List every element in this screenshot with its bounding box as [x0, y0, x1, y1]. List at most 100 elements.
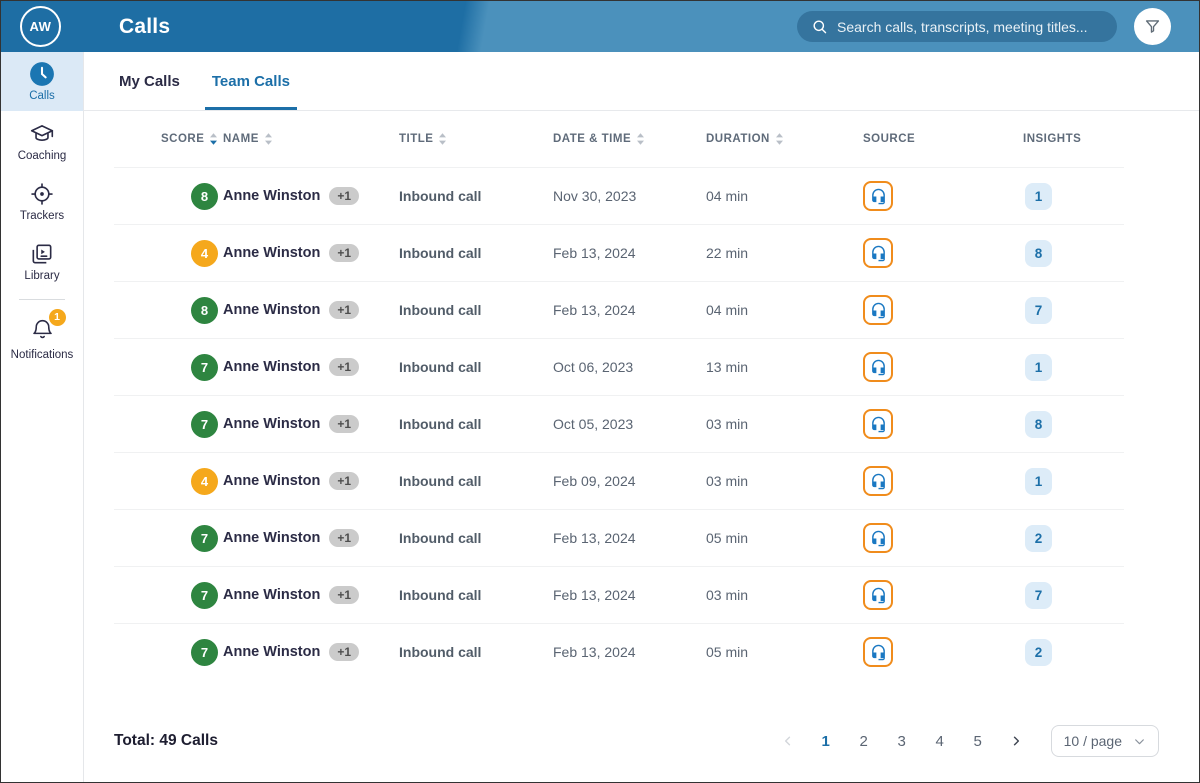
headset-icon — [870, 644, 887, 661]
table-footer: Total: 49 Calls 1234510 / page — [84, 706, 1199, 776]
score-badge: 7 — [191, 525, 218, 552]
call-date: Feb 13, 2024 — [553, 302, 636, 318]
call-duration: 03 min — [706, 587, 748, 603]
page-button-1[interactable]: 1 — [811, 726, 841, 756]
funnel-icon — [1143, 17, 1162, 36]
chevron-right-icon — [1009, 734, 1023, 748]
sidebar-item-label: Notifications — [11, 349, 74, 361]
column-header-insights: INSIGHTS — [1023, 133, 1124, 145]
score-badge: 4 — [191, 240, 218, 267]
call-title: Inbound call — [399, 245, 481, 261]
table-header-row: SCORENAMETITLEDATE & TIMEDURATIONSOURCEI… — [114, 111, 1124, 167]
table-row[interactable]: 8 Anne Winston +1 Inbound call Feb 13, 2… — [114, 281, 1124, 338]
score-badge: 7 — [191, 354, 218, 381]
column-header-duration[interactable]: DURATION — [706, 132, 863, 146]
column-label: DATE & TIME — [553, 133, 631, 145]
table-row[interactable]: 7 Anne Winston +1 Inbound call Feb 13, 2… — [114, 566, 1124, 623]
sidebar-item-calls[interactable]: Calls — [1, 52, 83, 111]
previous-page-button[interactable] — [773, 726, 803, 756]
call-title: Inbound call — [399, 587, 481, 603]
headset-icon — [870, 530, 887, 547]
headset-icon — [870, 245, 887, 262]
table-row[interactable]: 8 Anne Winston +1 Inbound call Nov 30, 2… — [114, 167, 1124, 224]
call-title: Inbound call — [399, 359, 481, 375]
sort-icon — [438, 132, 447, 146]
sidebar-item-coaching[interactable]: Coaching — [1, 111, 83, 171]
source-badge — [863, 523, 893, 553]
call-date: Feb 13, 2024 — [553, 644, 636, 660]
score-badge: 7 — [191, 582, 218, 609]
page-button-2[interactable]: 2 — [849, 726, 879, 756]
tab-my-calls[interactable]: My Calls — [119, 52, 180, 110]
column-header-title[interactable]: TITLE — [399, 132, 553, 146]
insights-badge[interactable]: 1 — [1025, 183, 1052, 210]
sidebar-item-notifications[interactable]: 1 Notifications — [1, 308, 83, 368]
call-duration: 04 min — [706, 302, 748, 318]
column-header-datetime[interactable]: DATE & TIME — [553, 132, 706, 146]
source-badge — [863, 580, 893, 610]
page-button-3[interactable]: 3 — [887, 726, 917, 756]
table-row[interactable]: 7 Anne Winston +1 Inbound call Oct 06, 2… — [114, 338, 1124, 395]
caller-name: Anne Winston — [223, 473, 320, 489]
table-row[interactable]: 4 Anne Winston +1 Inbound call Feb 13, 2… — [114, 224, 1124, 281]
score-badge: 7 — [191, 639, 218, 666]
call-title: Inbound call — [399, 644, 481, 660]
source-badge — [863, 181, 893, 211]
insights-badge[interactable]: 1 — [1025, 354, 1052, 381]
call-title: Inbound call — [399, 473, 481, 489]
participants-chip: +1 — [329, 586, 359, 604]
insights-badge[interactable]: 7 — [1025, 297, 1052, 324]
insights-badge[interactable]: 2 — [1025, 525, 1052, 552]
column-header-score[interactable]: SCORE — [114, 132, 223, 146]
sidebar: Calls Coaching Trackers Library 1 Notifi… — [1, 52, 84, 782]
table-row[interactable]: 7 Anne Winston +1 Inbound call Feb 13, 2… — [114, 623, 1124, 680]
next-page-button[interactable] — [1001, 726, 1031, 756]
source-badge — [863, 295, 893, 325]
insights-badge[interactable]: 8 — [1025, 240, 1052, 267]
caller-name: Anne Winston — [223, 644, 320, 660]
sidebar-item-library[interactable]: Library — [1, 231, 83, 291]
table-row[interactable]: 7 Anne Winston +1 Inbound call Oct 05, 2… — [114, 395, 1124, 452]
app-header: AW Calls Search calls, transcripts, meet… — [1, 1, 1199, 52]
sidebar-item-trackers[interactable]: Trackers — [1, 171, 83, 231]
source-badge — [863, 466, 893, 496]
search-icon — [811, 18, 828, 35]
call-date: Nov 30, 2023 — [553, 188, 636, 204]
call-date: Feb 09, 2024 — [553, 473, 636, 489]
sidebar-divider — [19, 299, 65, 300]
call-date: Oct 05, 2023 — [553, 416, 633, 432]
page-size-value: 10 / page — [1064, 733, 1122, 749]
tab-team-calls[interactable]: Team Calls — [212, 52, 290, 110]
column-header-name[interactable]: NAME — [223, 132, 399, 146]
page-button-4[interactable]: 4 — [925, 726, 955, 756]
caller-name: Anne Winston — [223, 302, 320, 318]
chevron-down-icon — [1133, 735, 1146, 748]
call-date: Oct 06, 2023 — [553, 359, 633, 375]
page-size-select[interactable]: 10 / page — [1051, 725, 1159, 757]
table-row[interactable]: 4 Anne Winston +1 Inbound call Feb 09, 2… — [114, 452, 1124, 509]
avatar[interactable]: AW — [20, 6, 61, 47]
caller-name: Anne Winston — [223, 587, 320, 603]
page-button-5[interactable]: 5 — [963, 726, 993, 756]
score-badge: 8 — [191, 297, 218, 324]
insights-badge[interactable]: 2 — [1025, 639, 1052, 666]
headset-icon — [870, 416, 887, 433]
call-duration: 13 min — [706, 359, 748, 375]
sort-icon — [264, 132, 273, 146]
insights-badge[interactable]: 7 — [1025, 582, 1052, 609]
column-label: DURATION — [706, 133, 770, 145]
column-label: INSIGHTS — [1023, 133, 1081, 145]
headset-icon — [870, 587, 887, 604]
insights-badge[interactable]: 1 — [1025, 468, 1052, 495]
target-icon — [29, 181, 55, 207]
column-label: SCORE — [161, 133, 204, 145]
sidebar-item-label: Trackers — [20, 210, 64, 222]
insights-badge[interactable]: 8 — [1025, 411, 1052, 438]
source-badge — [863, 409, 893, 439]
filter-button[interactable] — [1134, 8, 1171, 45]
participants-chip: +1 — [329, 187, 359, 205]
call-title: Inbound call — [399, 530, 481, 546]
table-row[interactable]: 7 Anne Winston +1 Inbound call Feb 13, 2… — [114, 509, 1124, 566]
search-input[interactable]: Search calls, transcripts, meeting title… — [797, 11, 1117, 42]
sidebar-item-label: Calls — [29, 90, 55, 102]
